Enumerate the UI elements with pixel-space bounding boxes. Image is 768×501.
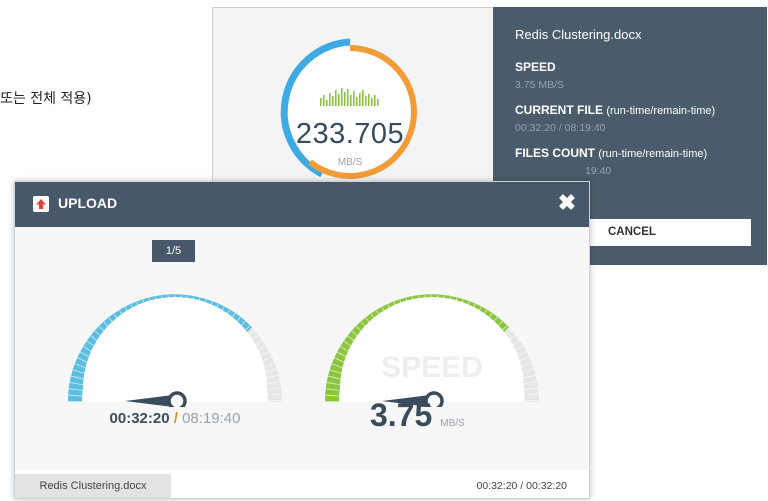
info-file-name: Redis Clustering.docx — [515, 27, 642, 42]
dialog-header: UPLOAD ✖ — [15, 182, 589, 227]
info-current-file-title: CURRENT FILE — [515, 103, 603, 117]
speed-readout: 3.75 MB/S — [370, 397, 570, 434]
time-gauge-hub — [167, 391, 187, 407]
time-readout: 00:32:20 / 08:19:40 — [75, 410, 275, 427]
info-files-count-label: FILES COUNT (run-time/remain-time) — [515, 146, 745, 160]
remain-time: 08:19:40 — [182, 410, 241, 427]
info-current-file-sub: (run-time/remain-time) — [606, 105, 716, 117]
file-progress-badge: 1/5 — [152, 240, 195, 262]
info-files-count-title: FILES COUNT — [515, 146, 595, 160]
speed-value: 3.75 — [370, 397, 433, 433]
footer-time: 00:32:20 / 00:32:20 — [476, 480, 568, 492]
speed-unit: MB/S — [440, 418, 465, 429]
upload-icon — [33, 196, 49, 212]
info-files-count-sub: (run-time/remain-time) — [598, 148, 708, 160]
info-files-count-value: 19:40 — [585, 165, 612, 177]
dialog-footer: Redis Clustering.docx 00:32:20 / 00:32:2… — [15, 474, 589, 498]
info-current-file-label: CURRENT FILE (run-time/remain-time) — [515, 103, 745, 117]
time-separator: / — [173, 410, 178, 427]
info-speed-label: SPEED — [515, 60, 556, 74]
footer-file-tab[interactable]: Redis Clustering.docx — [15, 474, 171, 498]
summary-speed-unit: MB/S — [337, 157, 363, 168]
cancel-button[interactable]: CANCEL — [584, 219, 751, 246]
run-time: 00:32:20 — [109, 410, 170, 427]
close-icon[interactable]: ✖ — [556, 190, 578, 216]
summary-speed-value: 233.705 — [295, 118, 405, 150]
speed-gauge: SPEED — [324, 294, 539, 407]
upload-dialog: UPLOAD ✖ 1/5 SPEED 00:32:20 / 08:19:40 3… — [14, 181, 590, 499]
gauge-area: 1/5 SPEED 00:32:20 / 08:19:40 3.75 MB/S — [15, 227, 589, 470]
dialog-title: UPLOAD — [58, 195, 118, 211]
speed-watermark: SPEED — [381, 351, 483, 384]
side-note-text: 또는 전체 적용) — [0, 91, 92, 107]
time-gauge — [67, 294, 282, 407]
info-speed-value: 3.75 MB/S — [515, 79, 565, 91]
info-current-file-value: 00:32:20 / 08:19:40 — [515, 122, 606, 134]
